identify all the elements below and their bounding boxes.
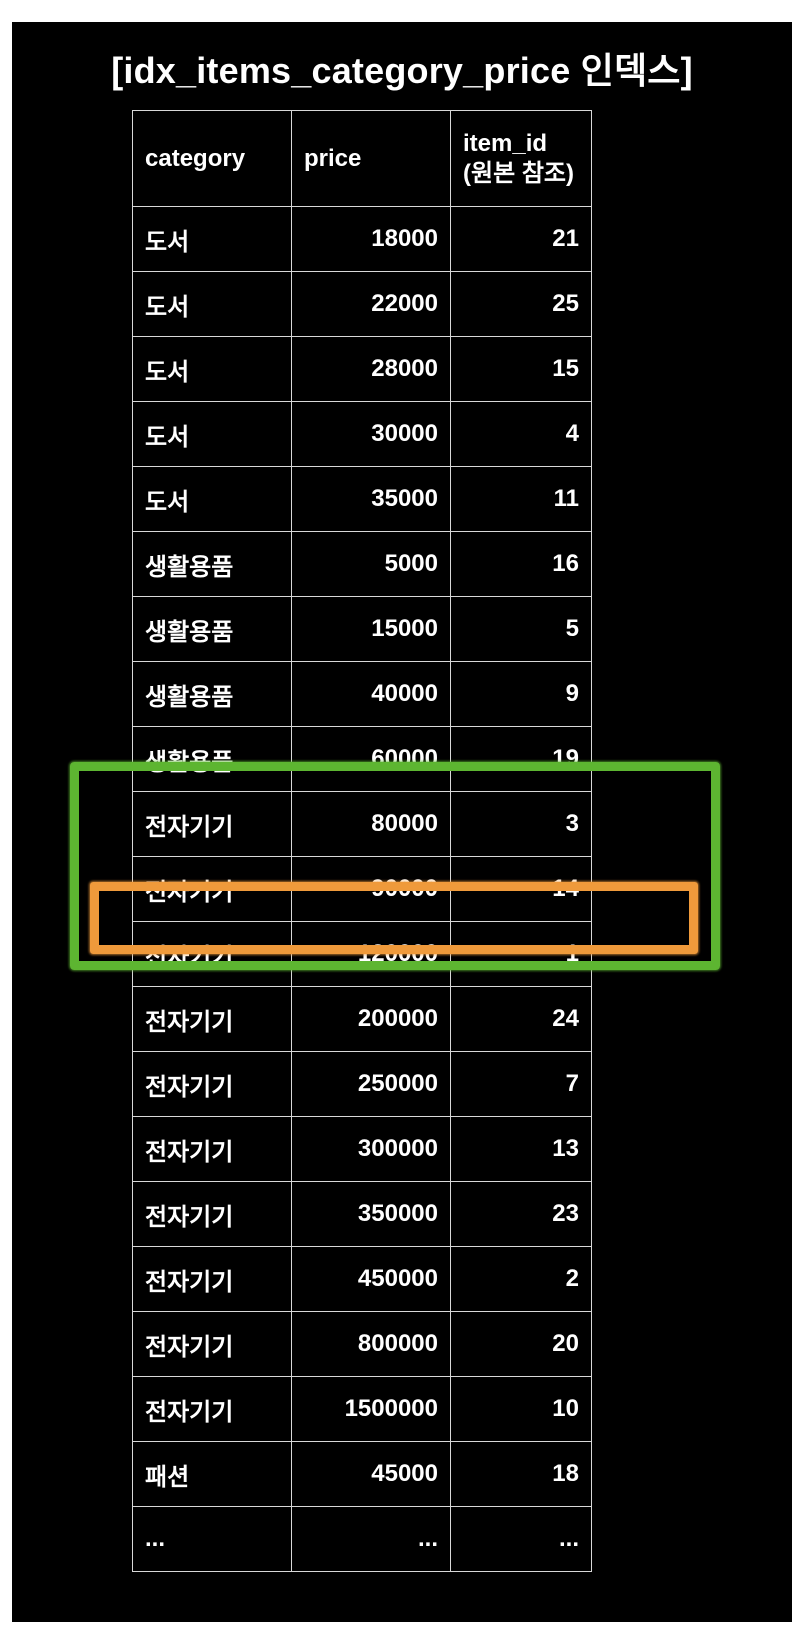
cell-category: 패션 — [132, 1441, 292, 1507]
diagram-canvas: [idx_items_category_price 인덱스] category … — [12, 22, 792, 1622]
cell-category: 전자기기 — [132, 1051, 292, 1117]
table-row: 전자기기 1500000 10 — [132, 1376, 592, 1442]
table-row: 전자기기 200000 24 — [132, 986, 592, 1052]
index-table: category price item_id (원본 참조) 도서 18000 21 도… — [132, 110, 592, 1572]
table-row: 전자기기 300000 13 — [132, 1116, 592, 1182]
table-row: 도서 35000 11 — [132, 466, 592, 532]
cell-category: ... — [132, 1506, 292, 1572]
cell-price: 1500000 — [291, 1376, 451, 1442]
table-row: 도서 18000 21 — [132, 206, 592, 272]
cell-category: 생활용품 — [132, 661, 292, 727]
cell-item-id: 2 — [450, 1246, 592, 1312]
table-row: 전자기기 120000 1 — [132, 921, 592, 987]
cell-price: 18000 — [291, 206, 451, 272]
cell-item-id: 24 — [450, 986, 592, 1052]
cell-price: 60000 — [291, 726, 451, 792]
cell-category: 도서 — [132, 466, 292, 532]
table-row: 도서 22000 25 — [132, 271, 592, 337]
cell-price: 800000 — [291, 1311, 451, 1377]
cell-item-id: 18 — [450, 1441, 592, 1507]
cell-item-id: 23 — [450, 1181, 592, 1247]
cell-price: 450000 — [291, 1246, 451, 1312]
table-row: 생활용품 5000 16 — [132, 531, 592, 597]
cell-price: 300000 — [291, 1116, 451, 1182]
cell-item-id: 15 — [450, 336, 592, 402]
cell-category: 생활용품 — [132, 726, 292, 792]
cell-price: 40000 — [291, 661, 451, 727]
cell-price: 200000 — [291, 986, 451, 1052]
cell-item-id: 3 — [450, 791, 592, 857]
cell-category: 전자기기 — [132, 921, 292, 987]
cell-category: 전자기기 — [132, 1311, 292, 1377]
table-body: 도서 18000 21 도서 22000 25 도서 28000 15 도서 30000 4 도서 350… — [132, 206, 592, 1572]
cell-category: 생활용품 — [132, 596, 292, 662]
cell-item-id: 16 — [450, 531, 592, 597]
cell-price: 250000 — [291, 1051, 451, 1117]
cell-item-id: 4 — [450, 401, 592, 467]
cell-price: 22000 — [291, 271, 451, 337]
cell-item-id: 10 — [450, 1376, 592, 1442]
cell-price: 30000 — [291, 401, 451, 467]
cell-price: 15000 — [291, 596, 451, 662]
table-row: 도서 28000 15 — [132, 336, 592, 402]
table-row: 전자기기 800000 20 — [132, 1311, 592, 1377]
cell-price: 45000 — [291, 1441, 451, 1507]
table-row: 패션 45000 18 — [132, 1441, 592, 1507]
table-row: 전자기기 450000 2 — [132, 1246, 592, 1312]
table-row: 생활용품 15000 5 — [132, 596, 592, 662]
cell-item-id: 13 — [450, 1116, 592, 1182]
table-row: 생활용품 40000 9 — [132, 661, 592, 727]
cell-item-id: 9 — [450, 661, 592, 727]
table-row: 전자기기 90000 14 — [132, 856, 592, 922]
cell-item-id: 19 — [450, 726, 592, 792]
header-category: category — [132, 110, 292, 207]
index-title: [idx_items_category_price 인덱스] — [111, 50, 693, 91]
header-item-id: item_id (원본 참조) — [450, 110, 592, 207]
table-row: 전자기기 80000 3 — [132, 791, 592, 857]
cell-price: 35000 — [291, 466, 451, 532]
table-row: 생활용품 60000 19 — [132, 726, 592, 792]
cell-category: 전자기기 — [132, 986, 292, 1052]
cell-category: 전자기기 — [132, 1116, 292, 1182]
cell-price: 90000 — [291, 856, 451, 922]
cell-item-id: ... — [450, 1506, 592, 1572]
cell-price: 80000 — [291, 791, 451, 857]
cell-price: 350000 — [291, 1181, 451, 1247]
header-price: price — [291, 110, 451, 207]
table-row: 전자기기 250000 7 — [132, 1051, 592, 1117]
cell-item-id: 5 — [450, 596, 592, 662]
cell-item-id: 14 — [450, 856, 592, 922]
cell-item-id: 11 — [450, 466, 592, 532]
cell-category: 도서 — [132, 271, 292, 337]
cell-category: 전자기기 — [132, 1376, 292, 1442]
cell-category: 전자기기 — [132, 1181, 292, 1247]
cell-category: 생활용품 — [132, 531, 292, 597]
table-row: ......... — [132, 1506, 592, 1572]
cell-item-id: 1 — [450, 921, 592, 987]
cell-price: 5000 — [291, 531, 451, 597]
table-row: 도서 30000 4 — [132, 401, 592, 467]
cell-item-id: 20 — [450, 1311, 592, 1377]
header-item-id-note: (원본 참조) — [463, 159, 574, 187]
table-row: 전자기기 350000 23 — [132, 1181, 592, 1247]
cell-item-id: 7 — [450, 1051, 592, 1117]
cell-category: 전자기기 — [132, 791, 292, 857]
cell-category: 전자기기 — [132, 1246, 292, 1312]
cell-price: 120000 — [291, 921, 451, 987]
cell-price: 28000 — [291, 336, 451, 402]
cell-category: 도서 — [132, 206, 292, 272]
header-item-id-name: item_id — [463, 129, 548, 157]
cell-price: ... — [291, 1506, 451, 1572]
cell-category: 전자기기 — [132, 856, 292, 922]
cell-category: 도서 — [132, 401, 292, 467]
header-row: category price item_id (원본 참조) — [132, 110, 592, 207]
cell-category: 도서 — [132, 336, 292, 402]
cell-item-id: 21 — [450, 206, 592, 272]
cell-item-id: 25 — [450, 271, 592, 337]
